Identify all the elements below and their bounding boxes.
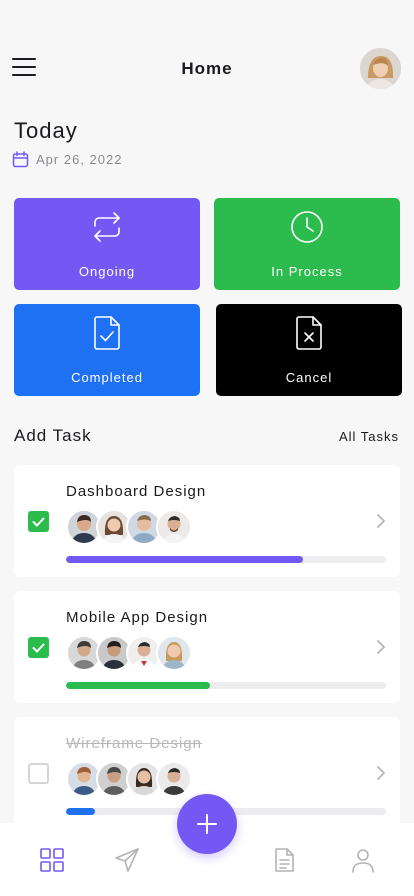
cancel-tile[interactable]: Cancel bbox=[216, 304, 402, 396]
today-heading: Today bbox=[14, 118, 78, 143]
progress-fill bbox=[66, 808, 95, 815]
task-title: Mobile App Design bbox=[66, 609, 209, 626]
chevron-right-icon[interactable] bbox=[374, 637, 388, 657]
ongoing-tile[interactable]: Ongoing bbox=[14, 198, 200, 290]
file-check-icon bbox=[94, 316, 120, 350]
completed-label: Completed bbox=[71, 370, 143, 385]
grid-icon[interactable] bbox=[39, 847, 65, 873]
progress-track bbox=[66, 556, 386, 563]
calendar-icon bbox=[12, 151, 29, 168]
chevron-right-icon[interactable] bbox=[374, 763, 388, 783]
avatar bbox=[156, 635, 192, 671]
file-x-icon bbox=[296, 316, 322, 350]
send-icon[interactable] bbox=[114, 847, 140, 873]
repeat-icon bbox=[94, 212, 120, 242]
checkmark-icon bbox=[32, 643, 45, 652]
plus-icon bbox=[197, 814, 217, 834]
document-icon[interactable] bbox=[271, 847, 297, 873]
avatar bbox=[156, 761, 192, 797]
add-task-heading: Add Task bbox=[14, 426, 92, 445]
date-row: Apr 26, 2022 bbox=[12, 151, 122, 168]
task-title: Wireframe Design bbox=[66, 735, 203, 752]
task-checkbox[interactable] bbox=[28, 511, 49, 532]
task-title: Dashboard Design bbox=[66, 483, 207, 500]
in-process-label: In Process bbox=[271, 264, 343, 279]
task-checkbox[interactable] bbox=[28, 763, 49, 784]
task-card[interactable]: Dashboard Design bbox=[14, 465, 400, 577]
header: Home bbox=[0, 44, 414, 92]
progress-track bbox=[66, 682, 386, 689]
clock-icon bbox=[291, 211, 323, 243]
progress-fill bbox=[66, 556, 303, 563]
all-tasks-link[interactable]: All Tasks bbox=[339, 429, 399, 444]
task-checkbox[interactable] bbox=[28, 637, 49, 658]
task-card[interactable]: Mobile App Design bbox=[14, 591, 400, 703]
date-label: Apr 26, 2022 bbox=[36, 152, 123, 167]
checkmark-icon bbox=[32, 517, 45, 526]
chevron-right-icon[interactable] bbox=[374, 511, 388, 531]
page-title: Home bbox=[181, 59, 233, 78]
in-process-tile[interactable]: In Process bbox=[214, 198, 400, 290]
user-avatar[interactable] bbox=[360, 48, 401, 89]
completed-tile[interactable]: Completed bbox=[14, 304, 200, 396]
progress-fill bbox=[66, 682, 210, 689]
cancel-label: Cancel bbox=[285, 370, 333, 385]
add-task-button[interactable] bbox=[177, 794, 237, 854]
avatar bbox=[156, 509, 192, 545]
ongoing-label: Ongoing bbox=[78, 264, 136, 279]
user-icon[interactable] bbox=[350, 847, 376, 873]
